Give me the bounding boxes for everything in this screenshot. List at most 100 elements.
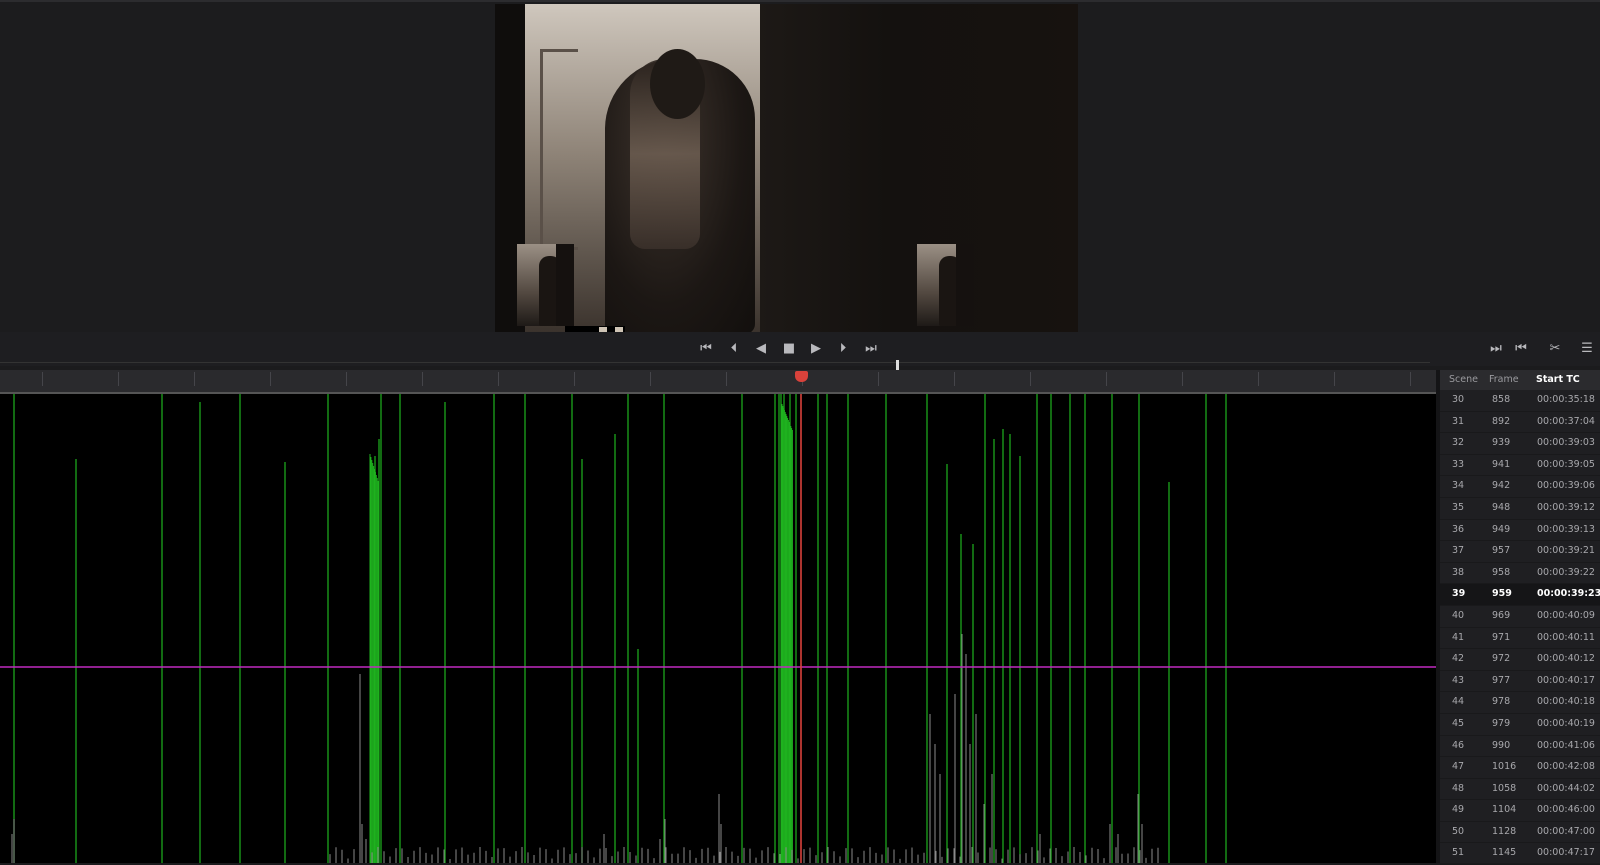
scene-thumbnail-in[interactable] bbox=[517, 244, 574, 326]
scene-number: 37 bbox=[1452, 545, 1465, 557]
scene-number: 32 bbox=[1452, 437, 1465, 449]
frame-number: 941 bbox=[1492, 458, 1511, 470]
scene-number: 46 bbox=[1452, 739, 1465, 751]
scene-number: 38 bbox=[1452, 566, 1465, 578]
stop-button[interactable]: ■ bbox=[780, 340, 798, 358]
timeline-ruler[interactable] bbox=[0, 370, 1436, 394]
scene-row[interactable]: 38 958 00:00:39:22 bbox=[1440, 563, 1600, 585]
scrub-bar[interactable] bbox=[0, 362, 1430, 363]
scene-row[interactable]: 34 942 00:00:39:06 bbox=[1440, 476, 1600, 498]
scene-row[interactable]: 37 957 00:00:39:21 bbox=[1440, 541, 1600, 563]
ruler-tick bbox=[1182, 372, 1183, 386]
scene-number: 40 bbox=[1452, 609, 1465, 621]
scene-row[interactable]: 40 969 00:00:40:09 bbox=[1440, 606, 1600, 628]
scene-row[interactable]: 30 858 00:00:35:18 bbox=[1440, 390, 1600, 412]
column-header-scene[interactable]: Scene bbox=[1449, 374, 1478, 385]
frame-number: 858 bbox=[1492, 394, 1511, 405]
scene-row[interactable]: 43 977 00:00:40:17 bbox=[1440, 671, 1600, 693]
scene-thumbnail-out[interactable] bbox=[917, 244, 974, 326]
scene-row[interactable]: 48 1058 00:00:44:02 bbox=[1440, 779, 1600, 801]
frame-number: 1058 bbox=[1492, 782, 1517, 794]
scene-row[interactable]: 33 941 00:00:39:05 bbox=[1440, 455, 1600, 477]
list-view-button[interactable]: ☰ bbox=[1578, 340, 1596, 358]
frame-number: 949 bbox=[1492, 523, 1511, 535]
start-timecode: 00:00:39:23 bbox=[1537, 588, 1600, 600]
scene-row[interactable]: 44 978 00:00:40:18 bbox=[1440, 692, 1600, 714]
start-timecode: 00:00:39:05 bbox=[1537, 458, 1595, 470]
ruler-tick bbox=[194, 372, 195, 386]
ruler-tick bbox=[346, 372, 347, 386]
scene-number: 33 bbox=[1452, 458, 1465, 470]
scene-row[interactable]: 32 939 00:00:39:03 bbox=[1440, 433, 1600, 455]
scene-number: 50 bbox=[1452, 825, 1465, 837]
ruler-tick bbox=[574, 372, 575, 386]
scene-row[interactable]: 36 949 00:00:39:13 bbox=[1440, 520, 1600, 542]
scene-number: 48 bbox=[1452, 782, 1465, 794]
scene-row[interactable]: 47 1016 00:00:42:08 bbox=[1440, 757, 1600, 779]
scene-row[interactable]: 51 1145 00:00:47:17 bbox=[1440, 843, 1600, 865]
start-timecode: 00:00:46:00 bbox=[1537, 804, 1595, 816]
scene-row[interactable]: 39 959 00:00:39:23 bbox=[1440, 584, 1600, 606]
go-to-start-button[interactable]: ⏮ bbox=[697, 340, 715, 358]
scene-row[interactable]: 42 972 00:00:40:12 bbox=[1440, 649, 1600, 671]
start-timecode: 00:00:47:17 bbox=[1537, 847, 1595, 859]
scene-list-header: Scene Frame Start TC bbox=[1440, 370, 1600, 390]
start-timecode: 00:00:40:12 bbox=[1537, 653, 1595, 665]
scene-number: 31 bbox=[1452, 415, 1465, 427]
transport-bar: ⏮ ⏴ ◀ ■ ▶ ⏵ ⏭ ⏭ ⏮ ✂ ☰ bbox=[0, 332, 1600, 366]
ruler-tick bbox=[954, 372, 955, 386]
frame-number: 1016 bbox=[1492, 761, 1517, 773]
column-header-start-tc[interactable]: Start TC bbox=[1536, 374, 1580, 385]
start-timecode: 00:00:40:17 bbox=[1537, 674, 1595, 686]
scene-row[interactable]: 45 979 00:00:40:19 bbox=[1440, 714, 1600, 736]
ruler-tick bbox=[650, 372, 651, 386]
play-button[interactable]: ▶ bbox=[807, 340, 825, 358]
ruler-tick bbox=[42, 372, 43, 386]
next-frame-button[interactable]: ⏵ bbox=[834, 340, 852, 358]
start-timecode: 00:00:44:02 bbox=[1537, 782, 1595, 794]
scene-number: 44 bbox=[1452, 696, 1465, 708]
ruler-tick bbox=[422, 372, 423, 386]
frame-number: 959 bbox=[1492, 588, 1512, 600]
go-to-end-button[interactable]: ⏭ bbox=[862, 340, 880, 358]
start-timecode: 00:00:39:03 bbox=[1537, 437, 1595, 449]
scene-row[interactable]: 41 971 00:00:40:11 bbox=[1440, 628, 1600, 650]
ruler-tick bbox=[1106, 372, 1107, 386]
scene-number: 42 bbox=[1452, 653, 1465, 665]
frame-number: 977 bbox=[1492, 674, 1511, 686]
scene-row[interactable]: 50 1128 00:00:47:00 bbox=[1440, 822, 1600, 844]
start-timecode: 00:00:42:08 bbox=[1537, 761, 1595, 773]
cut-button[interactable]: ✂ bbox=[1546, 340, 1564, 358]
scene-number: 45 bbox=[1452, 717, 1465, 729]
start-timecode: 00:00:39:06 bbox=[1537, 480, 1595, 492]
frame-number: 1145 bbox=[1492, 847, 1517, 859]
scrub-handle[interactable] bbox=[896, 360, 899, 370]
scene-row[interactable]: 31 892 00:00:37:04 bbox=[1440, 412, 1600, 434]
scene-detection-graph[interactable] bbox=[0, 394, 1436, 863]
frame-number: 939 bbox=[1492, 437, 1511, 449]
scene-number: 43 bbox=[1452, 674, 1465, 686]
reverse-button[interactable]: ◀ bbox=[752, 340, 770, 358]
start-timecode: 00:00:40:09 bbox=[1537, 609, 1595, 621]
frame-number: 957 bbox=[1492, 545, 1511, 557]
frame-number: 979 bbox=[1492, 717, 1511, 729]
start-timecode: 00:00:39:21 bbox=[1537, 545, 1595, 557]
scene-number: 41 bbox=[1452, 631, 1465, 643]
scene-row[interactable]: 46 990 00:00:41:06 bbox=[1440, 736, 1600, 758]
ruler-tick bbox=[498, 372, 499, 386]
playhead-marker[interactable] bbox=[795, 371, 808, 382]
frame-number: 892 bbox=[1492, 415, 1511, 427]
start-timecode: 00:00:41:06 bbox=[1537, 739, 1595, 751]
ruler-tick bbox=[118, 372, 119, 386]
scene-row[interactable]: 49 1104 00:00:46:00 bbox=[1440, 800, 1600, 822]
prev-edit-button[interactable]: ⏮ bbox=[1512, 340, 1530, 358]
scene-row[interactable]: 35 948 00:00:39:12 bbox=[1440, 498, 1600, 520]
column-header-frame[interactable]: Frame bbox=[1489, 374, 1519, 385]
scene-number: 30 bbox=[1452, 394, 1465, 405]
frame-number: 948 bbox=[1492, 501, 1511, 513]
frame-number: 972 bbox=[1492, 653, 1511, 665]
ruler-tick bbox=[1030, 372, 1031, 386]
prev-frame-button[interactable]: ⏴ bbox=[725, 340, 743, 358]
next-edit-button[interactable]: ⏭ bbox=[1487, 340, 1505, 358]
scene-number: 47 bbox=[1452, 761, 1465, 773]
